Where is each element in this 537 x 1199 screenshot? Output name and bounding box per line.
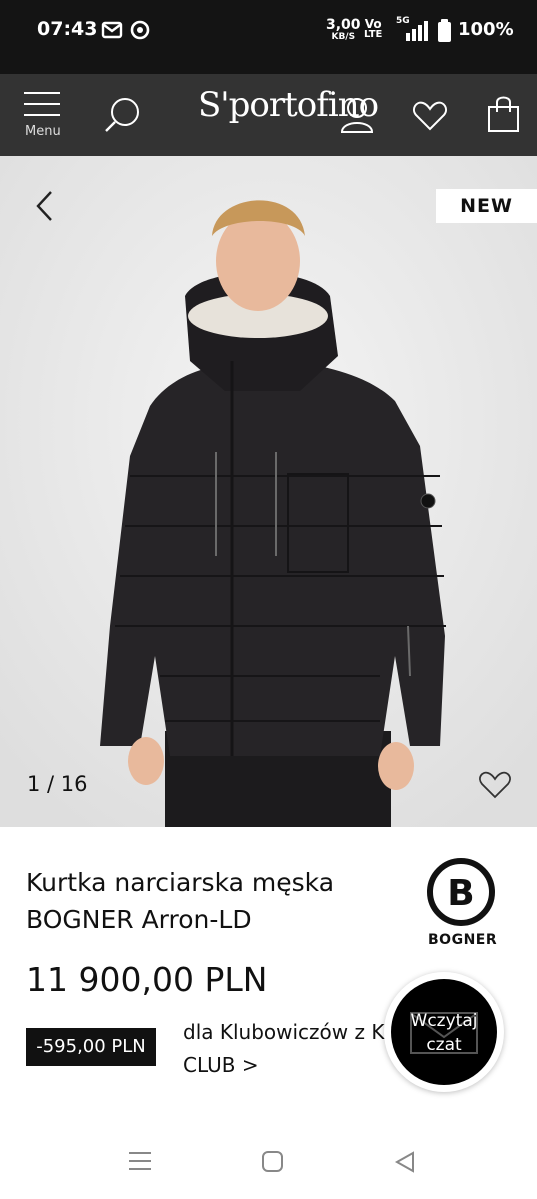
brand-name: BOGNER <box>428 932 498 948</box>
product-title: Kurtka narciarska męska BOGNER Arron-LD <box>26 864 406 938</box>
club-text-line-1: dla Klubowiczów z K <box>183 1020 385 1044</box>
volte-indicator: Vo LTE <box>364 17 383 40</box>
home-icon[interactable] <box>261 1150 285 1174</box>
svg-text:B: B <box>447 873 474 914</box>
product-image-gallery[interactable]: NEW 1 / 16 <box>0 156 537 827</box>
chat-label: Wczytaj czat <box>410 1011 478 1055</box>
club-discount-link[interactable]: dla Klubowiczów z K CLUB > <box>183 1016 393 1082</box>
chat-button-inner: Wczytaj czat <box>391 979 497 1085</box>
site-header: Menu S'portofino <box>0 74 537 156</box>
heart-icon[interactable] <box>478 770 512 800</box>
product-photo <box>0 156 537 827</box>
status-bar: 07:43 3,00 KB/S Vo LTE 5G 100% <box>0 0 537 74</box>
battery-percentage: 100% <box>458 19 514 40</box>
search-icon[interactable] <box>104 96 142 134</box>
wishlist-icon[interactable] <box>412 100 448 132</box>
back-icon[interactable] <box>393 1150 417 1174</box>
account-icon[interactable] <box>340 96 374 134</box>
recent-apps-icon[interactable] <box>128 1150 152 1172</box>
signal-icon <box>406 21 428 41</box>
hamburger-icon <box>24 92 60 116</box>
menu-label: Menu <box>25 124 61 139</box>
network-speed: 3,00 KB/S <box>326 17 361 42</box>
clock: 07:43 <box>37 18 98 40</box>
product-title-line-1: Kurtka narciarska męska <box>26 868 335 897</box>
product-title-line-2: BOGNER Arron-LD <box>26 905 252 934</box>
image-counter: 1 / 16 <box>27 772 88 796</box>
club-text-line-2: CLUB > <box>183 1053 259 1077</box>
gmail-icon <box>101 21 123 39</box>
load-chat-button[interactable]: Wczytaj czat <box>384 972 504 1092</box>
back-arrow-icon[interactable] <box>34 190 56 222</box>
product-price: 11 900,00 PLN <box>26 960 268 999</box>
club-discount-badge: -595,00 PLN <box>26 1028 156 1066</box>
system-navigation-bar <box>0 1128 537 1199</box>
battery-icon <box>438 19 451 42</box>
new-badge: NEW <box>436 189 537 223</box>
chrome-icon <box>130 20 150 40</box>
menu-button[interactable]: Menu <box>22 90 66 146</box>
bag-icon[interactable] <box>487 96 521 134</box>
